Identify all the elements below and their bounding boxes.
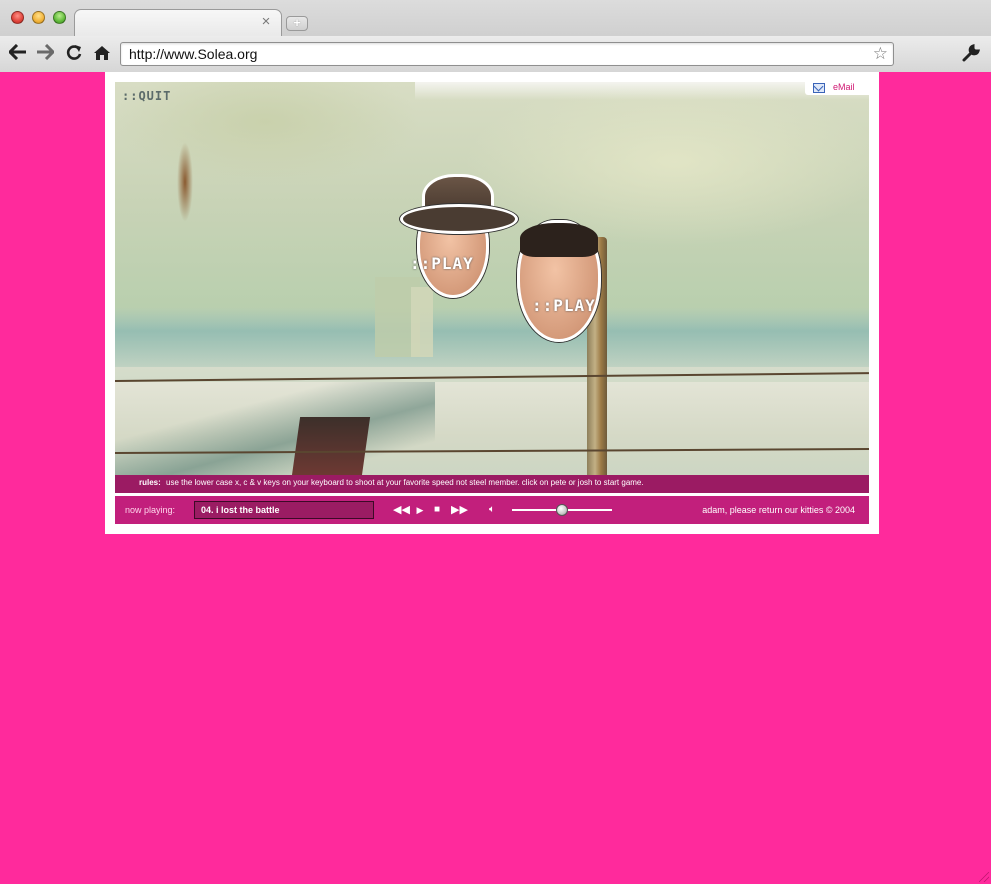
reload-icon bbox=[66, 45, 82, 60]
home-icon bbox=[94, 46, 110, 60]
forward-arrow-icon bbox=[37, 44, 54, 60]
rewind-button[interactable]: ◀◀ bbox=[393, 503, 410, 517]
quit-button[interactable]: ::QUIT bbox=[122, 89, 171, 103]
volume-slider-knob[interactable] bbox=[556, 504, 568, 516]
now-playing-track-box: 04. i lost the battle bbox=[194, 501, 374, 519]
browser-toolbar: http://www.Solea.org ☆ bbox=[0, 36, 991, 72]
hat-brim bbox=[400, 204, 518, 234]
reload-button[interactable] bbox=[63, 42, 85, 64]
play-label[interactable]: ::PLAY bbox=[532, 296, 596, 315]
barbed-wire bbox=[115, 372, 869, 382]
credit-text: adam, please return our kitties © 2004 bbox=[702, 505, 855, 515]
browser-tab[interactable]: × bbox=[74, 9, 282, 37]
now-playing-track: 04. i lost the battle bbox=[201, 505, 280, 515]
home-button[interactable] bbox=[91, 42, 113, 64]
forward-button[interactable] bbox=[34, 42, 56, 64]
rules-label: rules: bbox=[139, 478, 161, 487]
play-label[interactable]: ::PLAY bbox=[410, 254, 474, 273]
address-bar[interactable]: http://www.Solea.org ☆ bbox=[120, 42, 894, 66]
settings-wrench-icon[interactable] bbox=[961, 43, 983, 65]
rules-body: use the lower case x, c & v keys on your… bbox=[166, 478, 644, 487]
back-arrow-icon bbox=[9, 44, 26, 60]
play-button[interactable]: ▶ bbox=[415, 503, 425, 517]
envelope-icon bbox=[813, 83, 825, 93]
close-window-button[interactable] bbox=[11, 11, 24, 24]
rules-bar: rules: use the lower case x, c & v keys … bbox=[115, 475, 869, 493]
email-label[interactable]: eMail bbox=[833, 82, 855, 92]
now-playing-label: now playing: bbox=[125, 505, 176, 515]
new-tab-button[interactable]: + bbox=[286, 16, 308, 31]
zoom-window-button[interactable] bbox=[53, 11, 66, 24]
pete-head-play-button[interactable]: ::PLAY bbox=[400, 174, 518, 302]
email-link[interactable]: eMail bbox=[805, 82, 869, 95]
music-player-bar: now playing: 04. i lost the battle ◀◀ ▶ … bbox=[115, 496, 869, 524]
fast-forward-button[interactable]: ▶▶ bbox=[451, 503, 468, 517]
josh-head-play-button[interactable]: ::PLAY bbox=[517, 220, 605, 350]
tab-close-icon[interactable]: × bbox=[259, 13, 273, 30]
browser-chrome: × + http://www.Solea.org ☆ bbox=[0, 0, 991, 72]
minimize-window-button[interactable] bbox=[32, 11, 45, 24]
game-scene-photo: ::QUIT eMail ::PLAY ::PLAY bbox=[115, 82, 869, 490]
tab-strip: × + bbox=[0, 0, 991, 37]
volume-speaker-icon[interactable]: 🔈︎ bbox=[489, 504, 505, 516]
bookmark-star-icon[interactable]: ☆ bbox=[873, 45, 888, 63]
back-button[interactable] bbox=[7, 42, 29, 64]
hair bbox=[520, 223, 598, 257]
flash-site: 0::0 % ::QUIT eMail ::PLAY ::PLAY bbox=[105, 72, 879, 534]
stop-button[interactable]: ■ bbox=[432, 503, 442, 517]
rules-text: rules: use the lower case x, c & v keys … bbox=[139, 478, 644, 487]
url-text[interactable]: http://www.Solea.org bbox=[129, 46, 257, 62]
city-skyline bbox=[115, 307, 869, 367]
window-resize-grip[interactable] bbox=[979, 872, 989, 882]
